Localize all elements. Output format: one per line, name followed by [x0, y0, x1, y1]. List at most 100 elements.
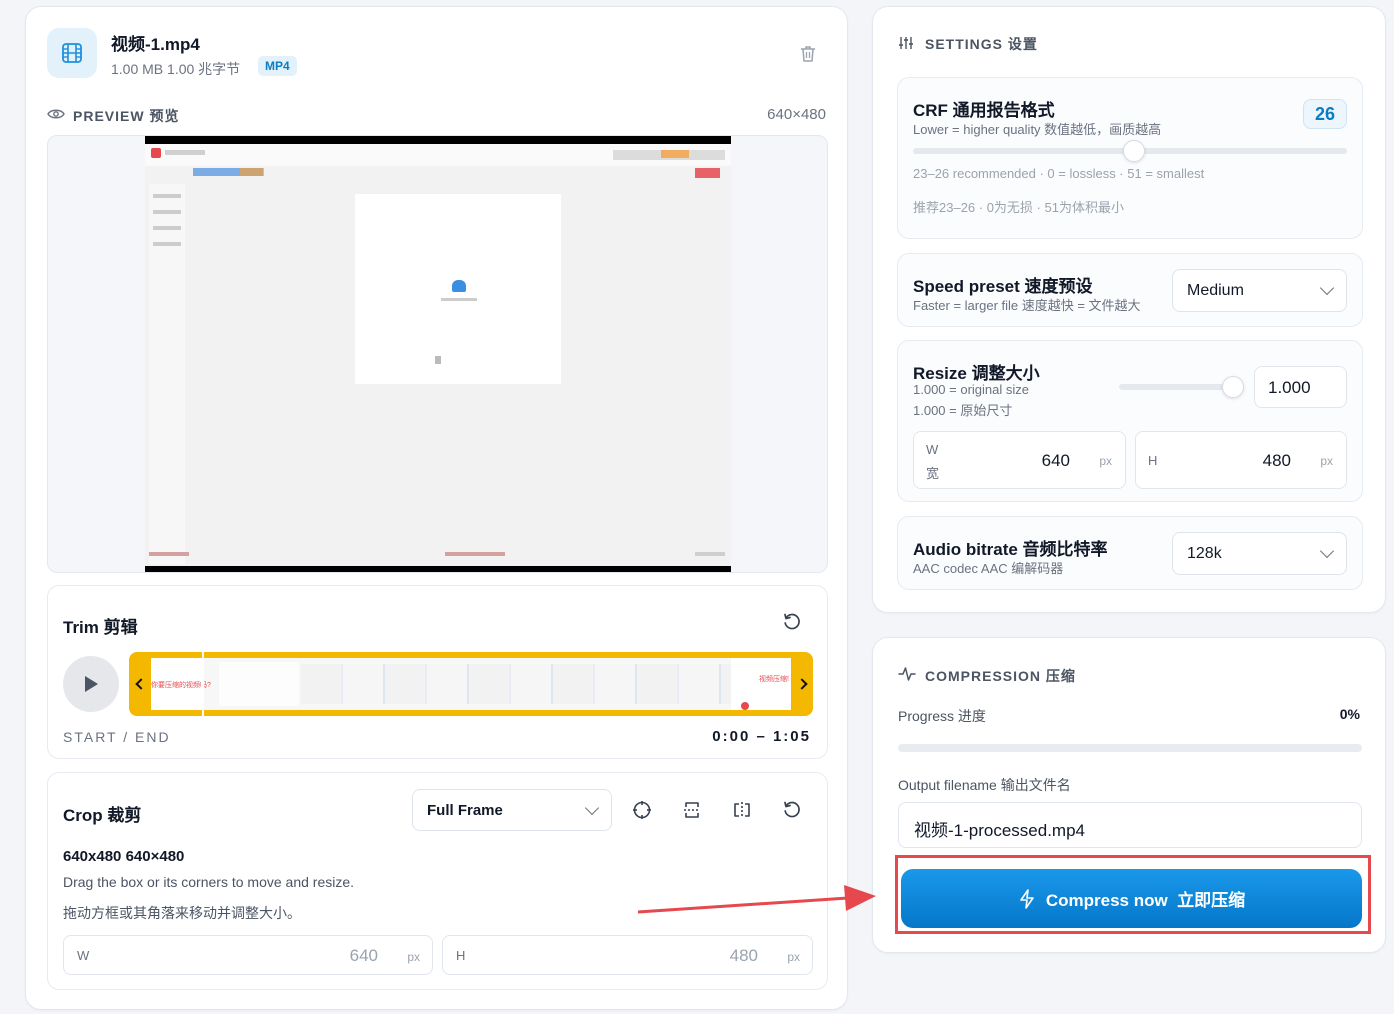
- center-crop-button[interactable]: [628, 796, 656, 824]
- playhead[interactable]: [202, 652, 204, 716]
- chevron-down-icon: [584, 800, 600, 815]
- crf-slider-thumb[interactable]: [1123, 140, 1146, 162]
- crf-subtitle: Lower = higher quality 数值越低，画质越高: [913, 122, 1162, 137]
- play-button[interactable]: [63, 656, 119, 712]
- delete-file-button[interactable]: [794, 40, 822, 68]
- crop-height-unit: px: [787, 950, 800, 964]
- trim-end-handle[interactable]: [793, 652, 813, 716]
- video-frame: [145, 136, 731, 572]
- audio-bitrate-value: 128k: [1187, 544, 1222, 562]
- trash-icon: [801, 46, 815, 62]
- crop-height-field[interactable]: H 480 px: [442, 935, 813, 975]
- settings-panel: SETTINGS 设置 CRF 通用报告格式 Lower = higher qu…: [872, 6, 1386, 613]
- annotation-arrow: [637, 885, 876, 914]
- reset-icon: [784, 613, 800, 630]
- crop-mode-value: Full Frame: [427, 801, 503, 819]
- crop-title: Crop 裁剪: [63, 806, 142, 825]
- filmstrip-text-right: 视频压缩!: [759, 676, 789, 683]
- file-size: 1.00 MB 1.00 兆字节: [111, 61, 241, 77]
- reset-icon: [784, 801, 800, 818]
- resize-subtitle-en: 1.000 = original size: [913, 382, 1029, 397]
- chevron-right-icon: [795, 678, 808, 690]
- preview-label: PREVIEW 预览: [73, 108, 180, 124]
- resize-height-value: 480: [1262, 451, 1291, 470]
- resize-height-label: H: [1148, 453, 1158, 468]
- preset-select[interactable]: Medium: [1172, 269, 1347, 312]
- resize-card: Resize 调整大小 1.000 = original size 1.000 …: [897, 340, 1363, 502]
- resize-width-field[interactable]: W 宽 640 px: [913, 431, 1126, 489]
- start-end-label: START / END: [63, 729, 171, 745]
- flip-horizontal-icon: [734, 802, 750, 818]
- crop-hint-zh: 拖动方框或其角落来移动并调整大小。: [63, 905, 301, 921]
- crf-card: CRF 通用报告格式 Lower = higher quality 数值越低，画…: [897, 77, 1363, 239]
- trim-card: Trim 剪辑 你要压缩的视频吗? 视频压缩! START / END 0:00…: [47, 585, 828, 759]
- filmstrip: 你要压缩的视频吗? 视频压缩!: [151, 658, 791, 710]
- resize-height-field[interactable]: H 480 px: [1135, 431, 1347, 489]
- trim-start-handle[interactable]: [129, 652, 149, 716]
- crf-note-zh: 推荐23–26 · 0为无损 · 51为体积最小: [913, 200, 1124, 215]
- file-type-icon: [47, 28, 97, 78]
- resize-width-label-zh: 宽: [926, 466, 940, 481]
- audio-title: Audio bitrate 音频比特率: [913, 540, 1108, 559]
- preview-dimensions: 640×480: [767, 106, 826, 123]
- resize-height-unit: px: [1320, 454, 1333, 468]
- output-filename-input[interactable]: 视频-1-processed.mp4: [898, 802, 1362, 848]
- resize-scale-value: 1.000: [1268, 378, 1311, 397]
- preset-title: Speed preset 速度预设: [913, 277, 1093, 296]
- crop-size: 640x480 640×480: [63, 848, 185, 865]
- output-filename-value: 视频-1-processed.mp4: [914, 821, 1086, 840]
- crop-reset-button[interactable]: [778, 796, 806, 824]
- compress-now-button[interactable]: Compress now 立即压缩: [901, 869, 1362, 928]
- resize-width-unit: px: [1099, 454, 1112, 468]
- audio-bitrate-select[interactable]: 128k: [1172, 532, 1347, 575]
- resize-title: Resize 调整大小: [913, 364, 1040, 383]
- preset-subtitle: Faster = larger file 速度越快 = 文件越大: [913, 298, 1141, 313]
- audio-subtitle: AAC codec AAC 编解码器: [913, 561, 1064, 576]
- flip-horizontal-button[interactable]: [728, 796, 756, 824]
- crop-hint-en: Drag the box or its corners to move and …: [63, 874, 355, 890]
- sliders-icon: [899, 37, 913, 49]
- compress-now-label: Compress now 立即压缩: [1045, 891, 1246, 910]
- play-icon: [85, 676, 98, 692]
- crop-height-value: 480: [729, 946, 758, 965]
- flip-vertical-button[interactable]: [678, 796, 706, 824]
- trim-timeline[interactable]: 你要压缩的视频吗? 视频压缩!: [129, 652, 813, 716]
- resize-scale-input[interactable]: 1.000: [1254, 366, 1347, 408]
- crop-mode-select[interactable]: Full Frame: [412, 789, 612, 831]
- eye-icon: [47, 109, 65, 119]
- compression-panel: COMPRESSION 压缩 Progress 进度 0% Output fil…: [872, 637, 1386, 953]
- preset-card: Speed preset 速度预设 Faster = larger file 速…: [897, 253, 1363, 327]
- resize-width-label: W: [926, 442, 939, 457]
- trim-title: Trim 剪辑: [63, 618, 138, 637]
- activity-icon: [898, 667, 916, 681]
- progress-bar: [898, 744, 1362, 752]
- chevron-down-icon: [1319, 280, 1335, 296]
- trim-reset-button[interactable]: [778, 608, 806, 636]
- file-panel: 视频-1.mp4 1.00 MB 1.00 兆字节 MP4 PREVIEW 预览…: [25, 6, 848, 1010]
- video-preview[interactable]: [47, 135, 828, 573]
- file-name: 视频-1.mp4: [111, 35, 200, 54]
- chevron-down-icon: [1319, 543, 1335, 559]
- crf-value-badge: 26: [1303, 99, 1347, 129]
- resize-slider-thumb[interactable]: [1222, 376, 1244, 398]
- audio-card: Audio bitrate 音频比特率 AAC codec AAC 编解码器 1…: [897, 516, 1363, 590]
- compression-title: COMPRESSION 压缩: [925, 668, 1076, 684]
- output-filename-label: Output filename 输出文件名: [898, 777, 1071, 793]
- preset-value: Medium: [1187, 281, 1244, 299]
- crop-width-unit: px: [407, 950, 420, 964]
- crf-note-en: 23–26 recommended · 0 = lossless · 51 = …: [913, 166, 1205, 181]
- crop-width-value: 640: [349, 946, 378, 965]
- progress-value: 0%: [1339, 706, 1360, 722]
- flip-vertical-icon: [684, 802, 700, 818]
- chevron-left-icon: [134, 678, 147, 690]
- resize-subtitle-zh: 1.000 = 原始尺寸: [913, 403, 1013, 418]
- settings-title: SETTINGS 设置: [925, 36, 1038, 52]
- progress-label: Progress 进度: [898, 708, 986, 724]
- format-badge: MP4: [258, 56, 297, 76]
- crop-width-field[interactable]: W 640 px: [63, 935, 433, 975]
- crosshair-icon: [633, 801, 651, 819]
- lightning-icon: [1020, 888, 1034, 909]
- resize-width-value: 640: [1041, 451, 1070, 470]
- crop-width-label: W: [77, 948, 90, 963]
- crf-title: CRF 通用报告格式: [913, 101, 1055, 120]
